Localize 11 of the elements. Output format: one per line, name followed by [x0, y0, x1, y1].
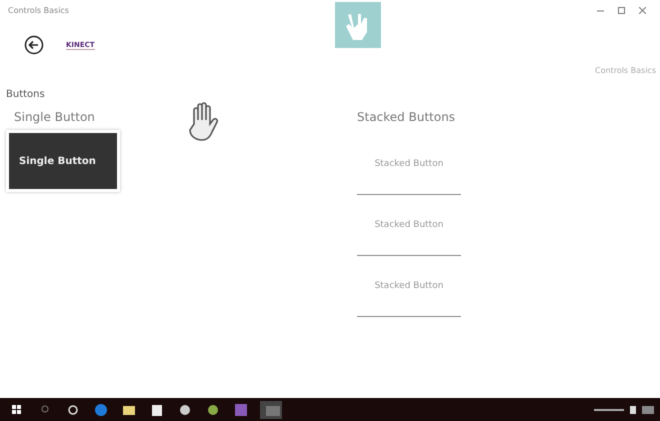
maximize-icon[interactable] [618, 6, 625, 14]
single-button-label: Single Button [14, 110, 96, 124]
system-tray-icon[interactable] [594, 404, 654, 414]
stacked-buttons-label: Stacked Buttons [357, 110, 456, 124]
window-title: Controls Basics [8, 6, 69, 14]
section-title: Buttons [6, 89, 45, 100]
page-title: Controls Basics [595, 66, 656, 75]
close-icon[interactable] [639, 6, 646, 14]
single-button[interactable]: Single Button [6, 130, 120, 192]
hand-cursor-icon [187, 102, 221, 142]
back-button[interactable] [24, 35, 44, 55]
